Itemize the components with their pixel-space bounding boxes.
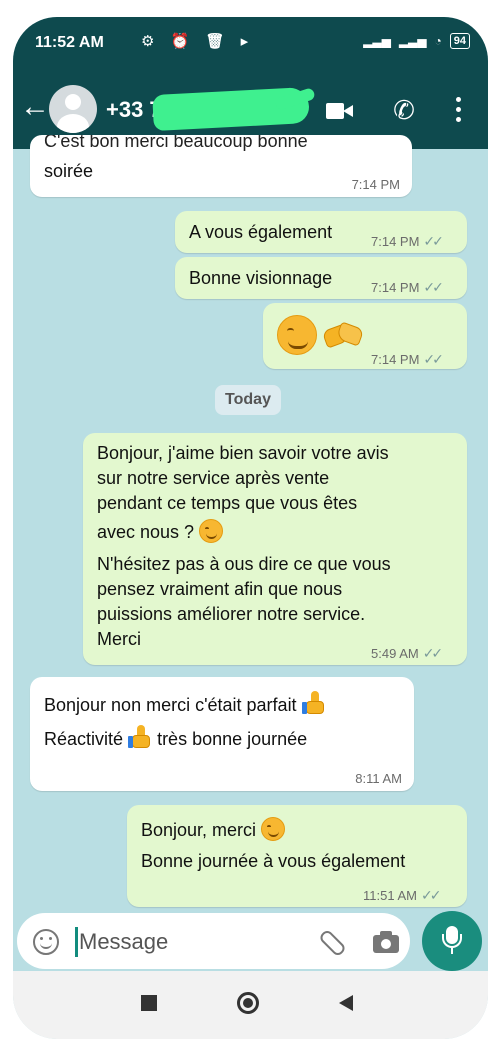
message-time-read: 11:51 AM ✓✓	[363, 883, 442, 908]
read-ticks-icon: ✓✓	[423, 279, 444, 295]
message-time-read: 7:14 PM ✓✓	[371, 347, 444, 372]
message-bubble-incoming[interactable]: Bonjour non merci c'était parfait Réacti…	[30, 677, 414, 791]
message-time: 11:51 AM	[363, 888, 417, 903]
smiling-face-icon	[277, 315, 317, 355]
status-bar: 11:52 AM ⚙ ⏰ 🗑 ▸ ▂▃▅ ▂▃▅ ◔ 94	[13, 17, 488, 69]
message-text-with-emoji: Bonjour non merci c'était parfait	[44, 691, 326, 717]
message-text: Bonjour, j'aime bien savoir votre avis	[97, 443, 389, 463]
message-text: C'est bon merci beaucoup bonne	[44, 135, 308, 151]
message-text-with-emoji: avec nous ?	[97, 519, 224, 544]
signal-icon: ▂▃▅	[363, 34, 391, 48]
message-bubble-incoming[interactable]: C'est bon merci beaucoup bonne soirée 7:…	[30, 135, 412, 197]
message-text: pendant ce temps que vous êtes	[97, 493, 358, 513]
message-bubble-outgoing[interactable]: A vous également 7:14 PM ✓✓	[175, 211, 467, 253]
message-bubble-outgoing[interactable]: Bonne visionnage 7:14 PM ✓✓	[175, 257, 467, 299]
redaction-mark	[152, 86, 310, 132]
more-menu-icon[interactable]	[449, 95, 469, 125]
back-icon[interactable]	[339, 995, 353, 1011]
message-time: 7:14 PM	[371, 352, 420, 367]
message-time-read: 5:49 AM ✓✓	[371, 641, 444, 666]
signal-icon-2: ▂▃▅	[398, 34, 427, 48]
message-text-with-emoji: Réactivité très bonne journée	[44, 725, 307, 751]
read-ticks-icon: ✓✓	[423, 351, 444, 367]
system-icons: ▂▃▅ ▂▃▅ ◔ 94	[363, 33, 470, 49]
message-text: Réactivité	[44, 729, 124, 749]
message-time: 7:14 PM	[351, 177, 400, 192]
smiling-face-icon	[261, 817, 286, 841]
thumbs-up-icon	[128, 725, 152, 749]
message-bubble-outgoing[interactable]: Bonjour, merci Bonne journée à vous égal…	[127, 805, 467, 907]
message-text: avec nous ?	[97, 522, 195, 542]
message-text: très bonne journée	[157, 729, 308, 749]
mic-button[interactable]	[422, 911, 482, 971]
attach-icon[interactable]	[317, 929, 343, 955]
message-text: Bonjour, merci	[141, 820, 257, 840]
composer	[13, 911, 488, 971]
message-text: puissions améliorer notre service.	[97, 604, 366, 624]
home-icon[interactable]	[237, 992, 259, 1014]
battery-icon: 94	[449, 33, 470, 49]
message-time: 7:14 PM	[371, 280, 420, 295]
message-text: sur notre service après vente	[97, 468, 330, 488]
phone-screen: 11:52 AM ⚙ ⏰ 🗑 ▸ ▂▃▅ ▂▃▅ ◔ 94 ← +33 7 3 …	[13, 17, 488, 1039]
message-text: N'hésitez pas à ous dire ce que vous	[97, 554, 391, 574]
system-nav-bar	[13, 971, 488, 1039]
camera-icon[interactable]	[373, 931, 399, 953]
status-time: 11:52 AM	[35, 34, 104, 51]
message-time: 7:14 PM	[371, 234, 420, 249]
recents-icon[interactable]	[141, 995, 157, 1011]
message-bubble-outgoing[interactable]: Bonjour, j'aime bien savoir votre avis s…	[83, 433, 467, 665]
notification-icons: ⚙ ⏰ 🗑 ▸	[141, 33, 255, 50]
message-text: A vous également	[189, 222, 333, 242]
message-bubble-outgoing[interactable]: 7:14 PM ✓✓	[263, 303, 467, 369]
message-input[interactable]	[79, 926, 279, 958]
read-ticks-icon: ✓✓	[422, 645, 444, 661]
avatar[interactable]	[49, 85, 97, 133]
message-text: pensez vraiment afin que nous	[97, 579, 343, 599]
read-ticks-icon: ✓✓	[420, 887, 442, 903]
message-text: Bonjour non merci c'était parfait	[44, 695, 297, 715]
message-text: Bonne journée à vous également	[141, 851, 406, 871]
emoji-icon[interactable]	[33, 929, 59, 955]
video-call-icon[interactable]	[326, 101, 354, 121]
message-text: Merci	[97, 629, 141, 649]
message-list[interactable]: C'est bon merci beaucoup bonne soirée 7:…	[13, 135, 488, 911]
back-arrow-icon[interactable]: ←	[19, 89, 51, 125]
message-time: 8:11 AM	[355, 771, 402, 786]
text-cursor	[75, 927, 78, 957]
date-separator: Today	[215, 385, 281, 415]
emoji-row	[277, 315, 365, 355]
phone-icon[interactable]: ✆	[389, 95, 419, 125]
message-text: soirée	[44, 161, 94, 181]
message-text: Bonne visionnage	[189, 268, 333, 288]
message-time: 5:49 AM	[371, 646, 419, 661]
read-ticks-icon: ✓✓	[423, 233, 444, 249]
message-input-container[interactable]	[17, 913, 410, 969]
message-text-with-emoji: Bonjour, merci	[141, 817, 286, 842]
smiling-face-icon	[199, 519, 224, 543]
message-time-read: 7:14 PM ✓✓	[371, 275, 444, 300]
thumbs-up-icon	[301, 691, 326, 715]
handshake-icon	[321, 319, 365, 351]
message-time-read: 7:14 PM ✓✓	[371, 229, 444, 254]
mic-icon	[442, 926, 462, 956]
wifi-icon: ◔	[434, 34, 442, 48]
